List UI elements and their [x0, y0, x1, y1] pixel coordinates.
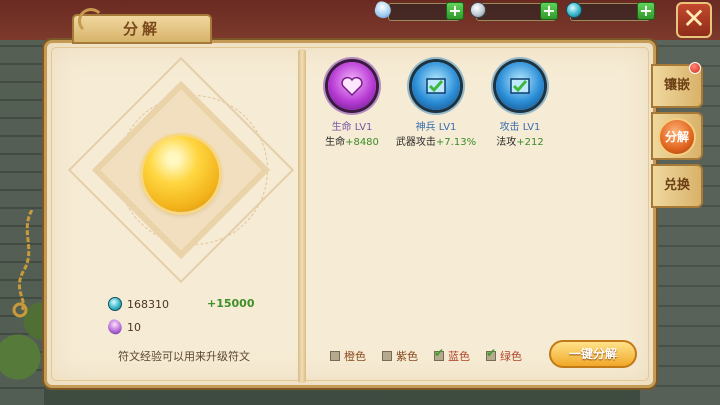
- golden-orb: [143, 136, 219, 212]
- rune-item[interactable]: 生命 LV1 生命+8480: [307, 62, 397, 148]
- filter-green[interactable]: 绿色: [486, 346, 522, 364]
- close-icon: ✕: [682, 2, 706, 35]
- sword-rune-icon: [412, 62, 460, 110]
- crystal-amount-row: 10: [105, 317, 141, 337]
- hint-text: 符文经验可以用来升级符文: [118, 350, 250, 363]
- key-chain-decoration: [12, 210, 34, 318]
- rune-item[interactable]: 神兵 LV1 武器攻击+7.13%: [391, 62, 481, 148]
- rune-stat: 法攻+212: [496, 137, 544, 148]
- add-runestone-button[interactable]: +: [637, 2, 655, 20]
- close-button[interactable]: ✕: [676, 2, 712, 38]
- add-silver-button[interactable]: +: [540, 2, 558, 20]
- attack-rune-icon: [496, 62, 544, 110]
- one-click-decompose-button[interactable]: 一键分解: [549, 340, 637, 368]
- teal-rune-stone-icon: [108, 297, 122, 311]
- tab-decompose-label: 分解: [658, 118, 696, 156]
- tab-decompose[interactable]: 分解: [651, 112, 703, 160]
- swirl-ornament: [78, 8, 104, 34]
- heart-rune-icon: [328, 62, 376, 110]
- purple-crystal-icon: [105, 317, 125, 337]
- runestone-amount: 168310: [127, 298, 169, 311]
- checkbox-checked[interactable]: [486, 346, 496, 361]
- filter-purple[interactable]: 紫色: [382, 348, 418, 364]
- teal-rune-stone-icon: [566, 2, 582, 18]
- rune-name: 攻击 LV1: [499, 122, 541, 133]
- rune-item[interactable]: 攻击 LV1 法攻+212: [475, 62, 565, 148]
- tab-exchange[interactable]: 兑换: [651, 164, 703, 208]
- checkbox-checked[interactable]: [434, 346, 444, 361]
- crystal-amount: 10: [127, 321, 141, 334]
- filter-blue[interactable]: 蓝色: [434, 346, 470, 364]
- checkbox[interactable]: [330, 351, 340, 361]
- checkbox[interactable]: [382, 351, 392, 361]
- rune-name: 神兵 LV1: [415, 122, 457, 133]
- panel-title: 分解: [122, 20, 161, 38]
- rune-stat: 武器攻击+7.13%: [395, 137, 477, 148]
- runestone-amount-row: 168310: [108, 297, 169, 311]
- filter-orange[interactable]: 橙色: [330, 348, 366, 364]
- silver-coin-icon: [470, 2, 486, 18]
- runestone-gain: +15000: [207, 297, 255, 310]
- notification-dot: [689, 62, 701, 74]
- panel-divider: [298, 49, 306, 383]
- rune-name: 生命 LV1: [331, 122, 373, 133]
- add-gems-button[interactable]: +: [446, 2, 464, 20]
- rune-stat: 生命+8480: [325, 137, 379, 148]
